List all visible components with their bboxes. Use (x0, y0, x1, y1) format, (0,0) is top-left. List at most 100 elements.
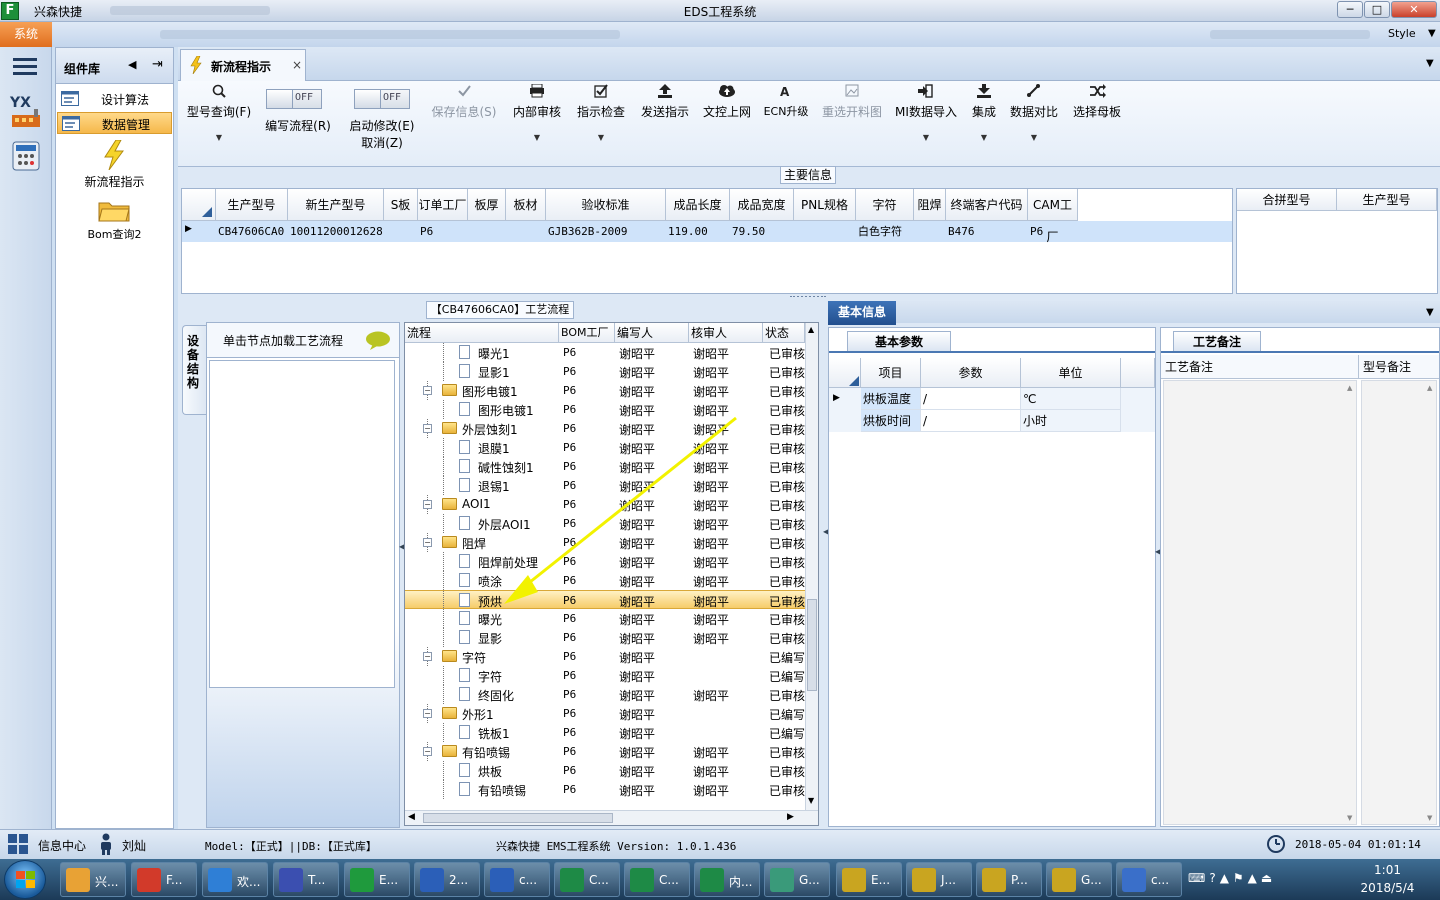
column-header[interactable]: 型号备注 (1359, 355, 1439, 379)
save-info-button[interactable]: 保存信息(S) (428, 81, 500, 167)
column-header[interactable]: 板厚 (468, 189, 506, 221)
hamburger-menu-icon[interactable] (13, 56, 37, 76)
flow-row[interactable]: − 有铅喷锡 P6 谢昭平 谢昭平 已审核 (405, 742, 805, 761)
table-cell[interactable]: P6 (420, 221, 468, 242)
component-item-data-management[interactable]: 数据管理 (57, 112, 172, 134)
scrollbar-thumb[interactable] (423, 813, 613, 823)
taskbar-button[interactable]: J... (906, 862, 972, 897)
column-header[interactable]: BOM工厂 (559, 323, 615, 343)
write-flow-toggle[interactable]: OFF 编写流程(R) (260, 81, 336, 167)
flow-row[interactable]: − 外形1 P6 谢昭平 已编写 (405, 704, 805, 723)
column-header[interactable]: 终端客户代码 (946, 189, 1028, 221)
scroll-up-icon[interactable]: ▲ (1347, 384, 1352, 392)
param-unit[interactable]: ℃ (1021, 388, 1121, 410)
launcher-new-flow[interactable]: 新流程指示 (56, 140, 173, 190)
column-header[interactable]: 合拼型号 (1237, 189, 1337, 211)
flow-row[interactable]: 曝光1 P6 谢昭平 谢昭平 已审核 (405, 343, 805, 362)
param-value[interactable]: / (921, 388, 1021, 410)
collapse-left-icon[interactable]: ◀ (128, 58, 136, 71)
taskbar-button[interactable]: C... (624, 862, 690, 897)
table-cell[interactable] (508, 221, 546, 242)
flow-row[interactable]: 显影1 P6 谢昭平 谢昭平 已审核 (405, 362, 805, 381)
flow-row[interactable]: 显影 P6 谢昭平 谢昭平 已审核 (405, 628, 805, 647)
column-header[interactable]: 订单工厂 (418, 189, 468, 221)
flow-row[interactable]: − 字符 P6 谢昭平 已编写 (405, 647, 805, 666)
clock-time[interactable]: 1:01 (1345, 863, 1430, 877)
basic-info-dropdown-icon[interactable]: ▼ (1426, 307, 1434, 318)
launcher-bom-query[interactable]: Bom查询2 (56, 198, 173, 243)
grid-icon[interactable] (8, 834, 28, 854)
mi-data-import-button[interactable]: MI数据导入 ▼ (892, 81, 960, 167)
taskbar-button[interactable]: E... (836, 862, 902, 897)
column-header[interactable]: 成品宽度 (730, 189, 794, 221)
column-header[interactable]: 生产型号 (1337, 189, 1437, 211)
pin-panel-icon[interactable]: ⇥ (152, 57, 163, 72)
column-header[interactable]: 成品长度 (666, 189, 730, 221)
scroll-right-icon[interactable]: ▶ (787, 812, 794, 822)
table-cell[interactable]: 10011200012628 (290, 221, 384, 242)
flow-row[interactable]: 有铅喷锡 P6 谢昭平 谢昭平 已审核 (405, 780, 805, 799)
tab-equipment-structure[interactable]: 设备结构 (182, 325, 206, 415)
param-item[interactable]: 烘板时间 (861, 410, 921, 432)
toggle-switch[interactable]: OFF (354, 89, 410, 109)
flow-row[interactable]: 字符 P6 谢昭平 已编写 (405, 666, 805, 685)
process-notes-textarea[interactable] (1163, 380, 1357, 825)
table-row[interactable]: ▶ 烘板温度 / ℃ (829, 388, 1155, 410)
model-query-button[interactable]: 型号查询(F) ▼ (184, 81, 254, 167)
collapse-node-icon[interactable]: − (423, 424, 432, 433)
tab-close-icon[interactable]: × (292, 58, 302, 72)
tab-new-flow[interactable]: 新流程指示 × (180, 49, 306, 82)
column-header[interactable]: PNL规格 (794, 189, 856, 221)
doc-control-online-button[interactable]: 文控上网 (698, 81, 756, 167)
table-cell[interactable]: 119.00 (668, 221, 730, 242)
system-menu[interactable]: 系统 (0, 22, 52, 47)
column-header[interactable]: 参数 (921, 358, 1021, 388)
tab-list-dropdown-icon[interactable]: ▼ (1426, 58, 1434, 69)
scrollbar-thumb[interactable] (807, 599, 817, 691)
column-header[interactable]: 字符 (856, 189, 914, 221)
internal-review-button[interactable]: 内部审核 ▼ (508, 81, 566, 167)
minimize-button[interactable]: ─ (1337, 1, 1363, 18)
collapse-node-icon[interactable]: − (423, 652, 432, 661)
taskbar-button[interactable]: T... (273, 862, 339, 897)
table-cell[interactable]: B476 (948, 221, 1028, 242)
style-dropdown-icon[interactable]: ▼ (1428, 28, 1436, 39)
instruction-check-button[interactable]: 指示检查 ▼ (572, 81, 630, 167)
column-header[interactable]: CAM工厂 (1028, 189, 1078, 244)
collapse-node-icon[interactable]: − (423, 709, 432, 718)
scroll-up-icon[interactable]: ▲ (808, 325, 814, 334)
flow-row[interactable]: 铣板1 P6 谢昭平 已编写 (405, 723, 805, 742)
toggle-sublabel[interactable]: 取消(Z) (344, 134, 420, 151)
collapse-node-icon[interactable]: − (423, 747, 432, 756)
flow-row[interactable]: − 图形电镀1 P6 谢昭平 谢昭平 已审核 (405, 381, 805, 400)
taskbar-button[interactable]: G... (1046, 862, 1112, 897)
table-cell[interactable] (916, 221, 946, 242)
column-header[interactable]: 生产型号 (216, 189, 288, 221)
style-menu[interactable]: Style (1388, 27, 1416, 40)
flow-row[interactable]: 终固化 P6 谢昭平 谢昭平 已审核 (405, 685, 805, 704)
clock-date[interactable]: 2018/5/4 (1345, 881, 1430, 895)
data-compare-button[interactable]: 数据对比 ▼ (1006, 81, 1062, 167)
scroll-down-icon[interactable]: ▼ (1427, 814, 1432, 822)
taskbar-button[interactable]: P... (976, 862, 1042, 897)
yx-factory-icon[interactable]: YX (10, 95, 42, 127)
column-header[interactable]: 项目 (861, 358, 921, 388)
column-header[interactable]: S板 (384, 189, 418, 221)
reselect-cut-drawing-button[interactable]: 重选开料图 (818, 81, 886, 167)
flow-row[interactable]: 烘板 P6 谢昭平 谢昭平 已审核 (405, 761, 805, 780)
table-cell[interactable]: P6 (1030, 221, 1078, 242)
select-mother-board-button[interactable]: 选择母板 (1068, 81, 1126, 167)
toggle-switch[interactable]: OFF (266, 89, 322, 109)
flow-horizontal-scrollbar[interactable]: ◀ ▶ (405, 810, 818, 825)
column-header[interactable]: 工艺备注 (1161, 355, 1359, 379)
tab-basic-params[interactable]: 基本参数 (847, 331, 951, 351)
taskbar-button[interactable]: 欢... (202, 862, 268, 897)
tab-basic-info[interactable]: 基本信息 (828, 301, 896, 325)
param-item[interactable]: 烘板温度 (861, 388, 921, 410)
param-value[interactable]: / (921, 410, 1021, 432)
taskbar-button[interactable]: 2... (414, 862, 480, 897)
scroll-down-icon[interactable]: ▼ (808, 796, 814, 805)
node-tree[interactable] (209, 360, 395, 688)
table-cell[interactable] (796, 221, 856, 242)
scroll-left-icon[interactable]: ◀ (408, 812, 415, 822)
